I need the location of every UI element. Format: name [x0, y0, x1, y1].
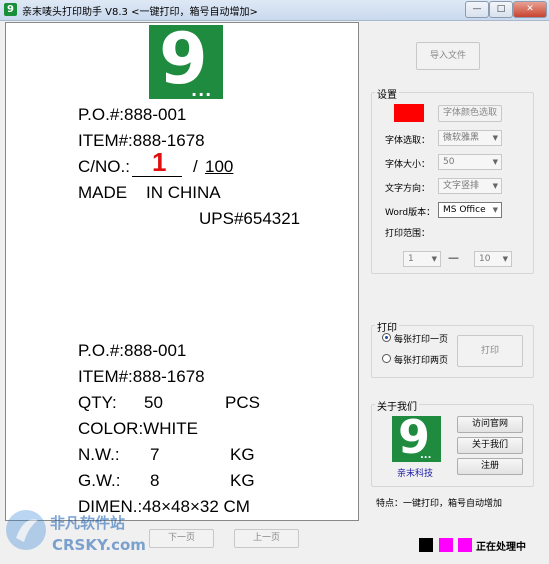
text-direction-combo[interactable]: 文字竖排 ▼: [438, 178, 502, 194]
qty-value: 50: [144, 393, 163, 412]
brand-logo: 9 ...: [149, 23, 223, 100]
range-dash: —: [448, 251, 459, 264]
label1-ups: UPS#654321: [199, 209, 301, 228]
maximize-button[interactable]: □: [489, 1, 513, 18]
text-direction-label: 文字方向：: [385, 184, 431, 194]
close-button[interactable]: ✕: [513, 1, 547, 18]
chevron-down-icon: ▼: [431, 255, 437, 263]
font-select-combo[interactable]: 微软雅黑 ▼: [438, 130, 502, 146]
nw-value: 7: [150, 445, 160, 464]
print-two-label[interactable]: 每张打印两页: [394, 353, 448, 366]
print-button[interactable]: 打印: [457, 335, 523, 367]
logo-dots: ...: [191, 81, 213, 100]
range-from-combo[interactable]: 1 ▼: [403, 251, 441, 267]
carton-separator: /: [193, 157, 198, 176]
font-color-swatch[interactable]: [394, 104, 424, 122]
word-version-label: Word版本：: [385, 208, 436, 218]
qty-unit: PCS: [225, 393, 260, 412]
gw-unit: KG: [230, 471, 255, 490]
gw-value: 8: [150, 471, 160, 490]
qty-label: QTY:: [78, 393, 117, 412]
font-size-combo[interactable]: 50 ▼: [438, 154, 502, 170]
font-select-value: 微软雅黑: [443, 133, 480, 143]
about-us-button[interactable]: 关于我们: [457, 437, 523, 454]
font-color-button[interactable]: 字体颜色选取: [438, 105, 502, 122]
label2-item: ITEM#:888-1678: [78, 367, 205, 386]
watermark-line2: CRSKY.com: [52, 536, 146, 554]
label2-color: COLOR:WHITE: [78, 419, 198, 438]
gw-label: G.W.:: [78, 471, 121, 490]
label1-cno-prefix: C/NO.:: [78, 157, 130, 176]
prev-page-button[interactable]: 上一页: [234, 529, 299, 548]
nw-label: N.W.:: [78, 445, 120, 464]
range-from-value: 1: [408, 254, 414, 264]
company-logo-dots: ...: [420, 450, 432, 461]
app-icon: 9: [4, 3, 17, 16]
import-file-button[interactable]: 导入文件: [416, 42, 480, 70]
company-name: 亲末科技: [397, 469, 434, 479]
about-title: 关于我们: [375, 398, 419, 413]
settings-title: 设置: [375, 86, 399, 101]
status-square-1: [419, 538, 433, 552]
label-preview-canvas: 9 ... P.O.#:888-001 ITEM#:888-1678 C/NO.…: [5, 22, 359, 521]
print-two-radio[interactable]: [382, 354, 391, 363]
carton-number: 1: [152, 147, 167, 177]
label1-made: MADE IN CHINA: [78, 183, 221, 202]
font-size-value: 50: [443, 157, 455, 167]
site-watermark: 非凡软件站 CRSKY.com: [6, 510, 146, 554]
print-range-label: 打印范围：: [385, 229, 431, 239]
label1-po: P.O.#:888-001: [78, 105, 187, 124]
status-square-2: [439, 538, 453, 552]
company-logo: 9 ...: [392, 416, 441, 462]
chevron-down-icon: ▼: [502, 255, 508, 263]
range-to-value: 10: [479, 254, 491, 264]
chevron-down-icon: ▼: [492, 134, 498, 142]
word-version-value: MS Office: [443, 205, 486, 215]
chevron-down-icon: ▼: [492, 206, 498, 214]
visit-website-button[interactable]: 访问官网: [457, 416, 523, 433]
text-direction-value: 文字竖排: [443, 181, 480, 191]
carton-total: 100: [205, 157, 234, 176]
window-title: 亲末唛头打印助手 V8.3 <一键打印，箱号自动增加>: [22, 7, 258, 18]
label2-po: P.O.#:888-001: [78, 341, 187, 360]
title-bar: 9 亲末唛头打印助手 V8.3 <一键打印，箱号自动增加> — □ ✕: [0, 0, 549, 21]
chevron-down-icon: ▼: [492, 158, 498, 166]
status-text: 正在处理中: [476, 542, 526, 553]
font-select-label: 字体选取：: [385, 136, 431, 146]
chevron-down-icon: ▼: [492, 182, 498, 190]
carton-number-underline: [132, 176, 182, 177]
range-to-combo[interactable]: 10 ▼: [474, 251, 512, 267]
status-square-3: [458, 538, 472, 552]
minimize-button[interactable]: —: [465, 1, 489, 18]
feature-text: 特点：一键打印，箱号自动增加: [376, 499, 503, 509]
print-one-radio[interactable]: [382, 333, 391, 342]
label1-item: ITEM#:888-1678: [78, 131, 205, 150]
nw-unit: KG: [230, 445, 255, 464]
word-version-combo[interactable]: MS Office ▼: [438, 202, 502, 218]
watermark-line1: 非凡软件站: [50, 514, 125, 532]
register-button[interactable]: 注册: [457, 458, 523, 475]
font-size-label: 字体大小：: [385, 160, 431, 170]
print-one-label[interactable]: 每张打印一页: [394, 332, 448, 345]
